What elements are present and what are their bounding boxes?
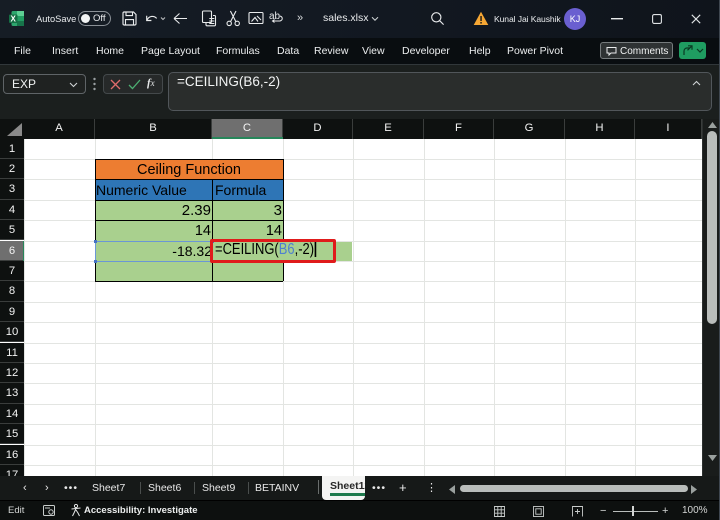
svg-text:ab: ab bbox=[269, 11, 281, 22]
svg-text:X: X bbox=[11, 14, 17, 23]
